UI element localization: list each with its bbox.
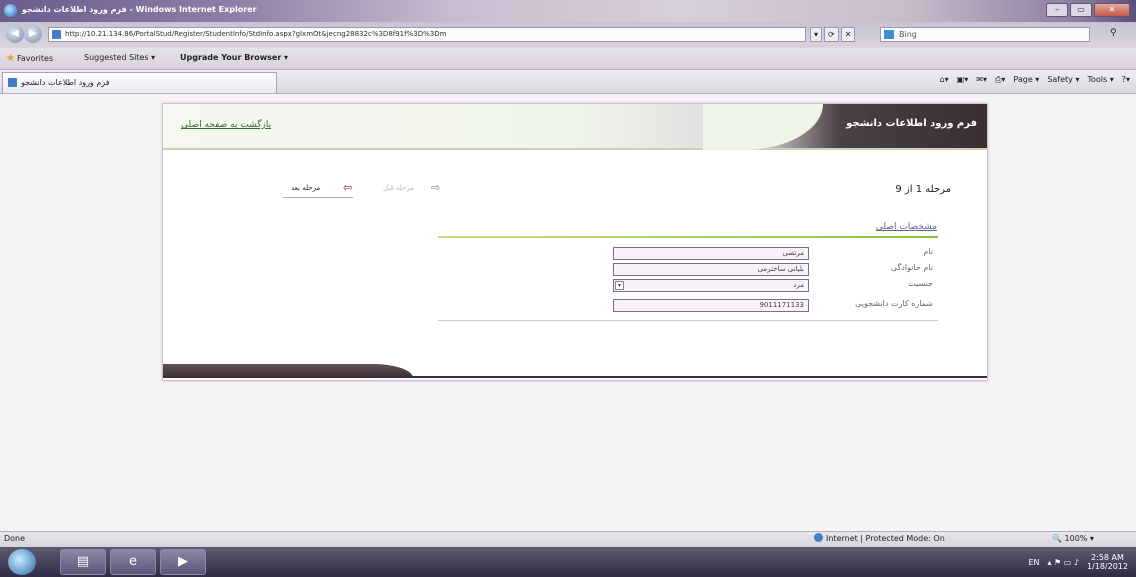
window-title: فرم ورود اطلاعات دانشجو - Windows Intern…: [22, 5, 257, 14]
page-icon: [8, 78, 17, 87]
globe-icon: [814, 533, 823, 542]
bing-icon: [884, 30, 894, 39]
star-icon: ★: [6, 53, 15, 64]
address-buttons: ▾ ⟳ ✕: [810, 27, 856, 42]
favorites-bar: ★ Favorites Suggested Sites ▾ Upgrade You…: [0, 48, 1136, 70]
security-zone-label: Internet | Protected Mode: On: [826, 534, 945, 543]
clock-time: 2:58 AM: [1091, 553, 1124, 562]
clock-date: 1/18/2012: [1086, 562, 1128, 571]
form-bottom-divider: [438, 320, 938, 321]
zoom-control[interactable]: 🔍 100% ▾: [1052, 532, 1094, 546]
form-footer: [163, 362, 987, 382]
search-icon[interactable]: ⚲: [1110, 28, 1117, 38]
close-button[interactable]: ✕: [1094, 3, 1130, 17]
command-bar: ⌂▾ ▣▾ ✉▾ ⎙▾ Page ▾ Safety ▾ Tools ▾ ?▾: [940, 75, 1130, 85]
section-title: مشخصات اصلی: [875, 222, 937, 232]
previous-arrow-icon[interactable]: ⇨: [431, 181, 440, 194]
mail-icon[interactable]: ✉▾: [976, 75, 987, 85]
windows-taskbar: ▤ e ▶ EN ▴ ⚑ ▭ ♪ 2:58 AM 1/18/2012: [0, 547, 1136, 577]
maximize-button[interactable]: ▭: [1070, 3, 1092, 17]
internet-explorer-icon: [4, 4, 17, 17]
feeds-icon[interactable]: ▣▾: [957, 75, 969, 85]
form-title: فرم ورود اطلاعات دانشجو: [846, 118, 977, 129]
tab-bar: فرم ورود اطلاعات دانشجو ⌂▾ ▣▾ ✉▾ ⎙▾ Page…: [0, 70, 1136, 94]
status-text: Done: [4, 534, 26, 543]
last-name-label: نام خانوادگی: [890, 263, 933, 272]
tab-student-form[interactable]: فرم ورود اطلاعات دانشجو: [2, 72, 277, 93]
forward-button[interactable]: ▶: [24, 25, 42, 43]
favorites-button[interactable]: ★ Favorites: [6, 53, 53, 64]
page-menu[interactable]: Page ▾: [1013, 75, 1039, 85]
language-indicator[interactable]: EN: [1028, 558, 1039, 567]
system-tray: EN ▴ ⚑ ▭ ♪ 2:58 AM 1/18/2012: [1028, 553, 1128, 571]
status-bar: Done Internet | Protected Mode: On 🔍 100…: [0, 531, 1136, 547]
window-titlebar: فرم ورود اطلاعات دانشجو - Windows Intern…: [0, 0, 1136, 22]
page-icon: [52, 30, 61, 39]
back-to-home-link[interactable]: بازگشت به صفحه اصلی: [181, 120, 271, 130]
previous-step-button[interactable]: مرحله قبل: [383, 184, 414, 192]
ie-taskbar-button[interactable]: e: [110, 549, 156, 575]
header-curve: [703, 104, 823, 150]
next-step-button[interactable]: مرحله بعد: [291, 184, 320, 192]
student-number-label: شماره کارت دانشجویی: [855, 299, 933, 308]
home-icon[interactable]: ⌂▾: [940, 75, 949, 85]
tools-menu[interactable]: Tools ▾: [1087, 75, 1113, 85]
search-placeholder: Bing: [899, 30, 917, 39]
media-player-taskbar-button[interactable]: ▶: [160, 549, 206, 575]
security-zone[interactable]: Internet | Protected Mode: On: [814, 532, 945, 546]
page-viewport: فرم ورود اطلاعات دانشجو بازگشت به صفحه ا…: [0, 95, 1136, 531]
chevron-down-icon[interactable]: ▾: [615, 281, 624, 290]
form-header: فرم ورود اطلاعات دانشجو بازگشت به صفحه ا…: [163, 104, 987, 150]
suggested-sites-link[interactable]: Suggested Sites ▾: [84, 53, 155, 62]
help-menu[interactable]: ?▾: [1122, 75, 1130, 85]
first-name-label: نام: [923, 247, 933, 256]
explorer-taskbar-button[interactable]: ▤: [60, 549, 106, 575]
stop-button[interactable]: ✕: [840, 27, 856, 42]
address-bar[interactable]: http://10.21.134.86/PortalStud/Register/…: [48, 27, 806, 42]
gender-select[interactable]: ▾ مرد: [613, 279, 809, 292]
last-name-input[interactable]: بلیانی ساخترمی: [613, 263, 809, 276]
search-input[interactable]: Bing: [880, 27, 1090, 42]
zoom-level: 100%: [1064, 534, 1088, 543]
upgrade-browser-link[interactable]: Upgrade Your Browser ▾: [180, 53, 288, 62]
minimize-button[interactable]: –: [1046, 3, 1068, 17]
step-nav-underline: [283, 197, 353, 198]
section-divider: [438, 236, 938, 238]
gender-label: جنسیت: [908, 279, 933, 288]
back-button[interactable]: ◀: [6, 25, 24, 43]
favorites-label: Favorites: [16, 54, 54, 63]
step-indicator: مرحله 1 از 9: [895, 184, 951, 195]
step-navigation: ⇨ مرحله قبل ⇦ مرحله بعد: [283, 180, 448, 198]
address-toolbar: ◀ ▶ http://10.21.134.86/PortalStud/Regis…: [0, 22, 1136, 48]
safety-menu[interactable]: Safety ▾: [1047, 75, 1079, 85]
refresh-button[interactable]: ⟳: [824, 27, 839, 42]
first-name-input[interactable]: مرتضی: [613, 247, 809, 260]
tray-icons[interactable]: ▴ ⚑ ▭ ♪: [1047, 558, 1078, 567]
window-controls: – ▭ ✕: [1046, 3, 1130, 17]
footer-line: [373, 376, 987, 378]
address-dropdown-button[interactable]: ▾: [810, 27, 823, 42]
gender-value: مرد: [793, 281, 804, 289]
student-form-panel: فرم ورود اطلاعات دانشجو بازگشت به صفحه ا…: [162, 103, 988, 381]
next-arrow-icon[interactable]: ⇦: [343, 181, 352, 194]
start-button[interactable]: [8, 549, 36, 575]
clock[interactable]: 2:58 AM 1/18/2012: [1087, 553, 1128, 571]
student-number-input[interactable]: 9011171133: [613, 299, 809, 312]
print-icon[interactable]: ⎙▾: [995, 75, 1005, 85]
address-url: http://10.21.134.86/PortalStud/Register/…: [65, 30, 447, 38]
tab-label: فرم ورود اطلاعات دانشجو: [21, 78, 110, 87]
